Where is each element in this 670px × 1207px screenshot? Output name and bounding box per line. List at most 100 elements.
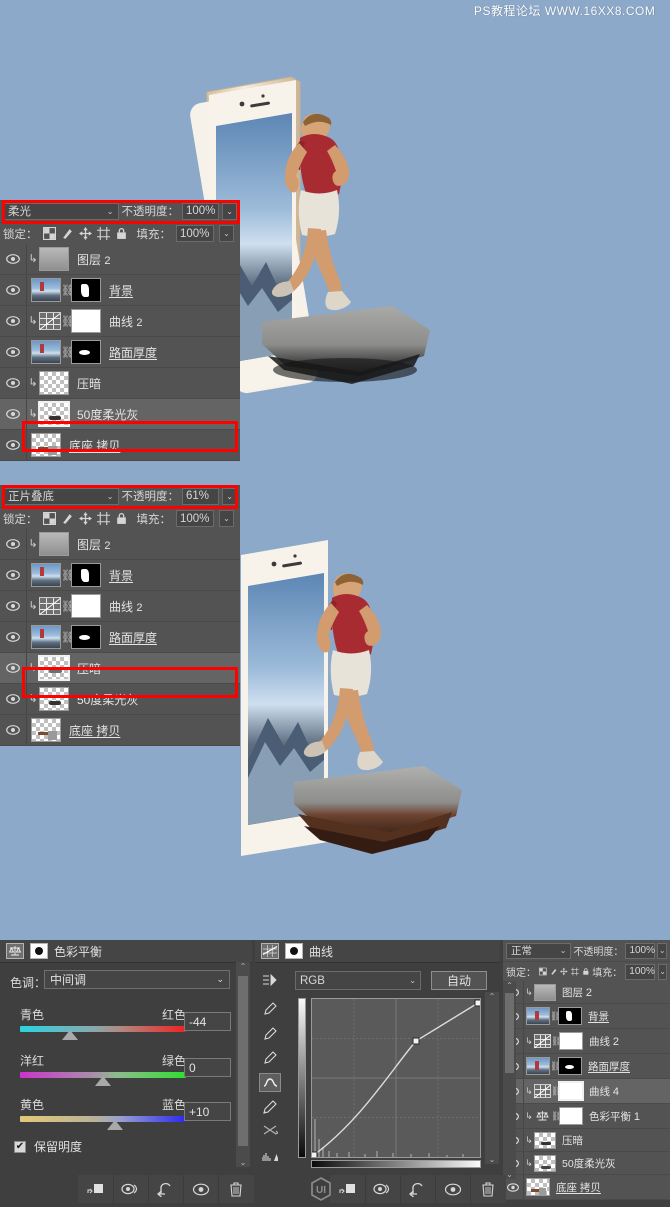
curves-scrollbar[interactable]: ⌃ ⌄ bbox=[485, 992, 499, 1164]
opacity-stepper-mid[interactable]: ⌄ bbox=[222, 487, 237, 505]
slider-track[interactable] bbox=[20, 1072, 186, 1086]
table-row[interactable]: ↳ ⛓ 曲线 2 bbox=[0, 591, 240, 622]
scroll-up-arrow-icon[interactable]: ⌃ bbox=[506, 981, 513, 990]
eyedropper-gray-icon[interactable] bbox=[259, 1024, 281, 1042]
lock-artboard-icon[interactable] bbox=[96, 227, 110, 240]
layer-thumbnail[interactable] bbox=[534, 1154, 556, 1172]
layer-mask-thumbnail[interactable] bbox=[71, 278, 101, 302]
layer-visibility-toggle[interactable] bbox=[0, 368, 27, 398]
table-row[interactable]: 底座 拷贝 bbox=[503, 1175, 670, 1200]
layer-visibility-toggle[interactable] bbox=[0, 337, 27, 367]
slider-handle[interactable] bbox=[95, 1076, 111, 1086]
lock-brush-icon[interactable] bbox=[550, 966, 558, 977]
scroll-up-arrow-icon[interactable]: ⌃ bbox=[489, 992, 496, 1001]
table-row[interactable]: 底座 拷贝 bbox=[0, 430, 240, 461]
scrollbar-thumb[interactable] bbox=[505, 993, 514, 1073]
link-icon[interactable]: ⛓ bbox=[551, 1086, 562, 1097]
layer-visibility-toggle[interactable] bbox=[0, 306, 27, 336]
layer-thumbnail[interactable] bbox=[31, 563, 61, 587]
slider-yellow-blue[interactable]: 黄色 蓝色 bbox=[20, 1096, 186, 1130]
lock-transparency-icon[interactable] bbox=[42, 227, 56, 240]
delete-layer-icon[interactable] bbox=[471, 1175, 505, 1203]
lock-move-icon[interactable] bbox=[560, 966, 568, 977]
opacity-stepper-right[interactable]: ⌄ bbox=[657, 942, 667, 959]
blend-mode-select-right[interactable]: 正常 ⌄ bbox=[506, 942, 572, 959]
table-row[interactable]: ↳ ⛓ 曲线 2 bbox=[503, 1029, 670, 1054]
layer-visibility-toggle[interactable] bbox=[0, 560, 27, 590]
table-row[interactable]: ↳ 压暗 bbox=[503, 1129, 670, 1152]
fill-input-right[interactable]: 100% bbox=[625, 963, 656, 980]
layer-mask-thumbnail[interactable] bbox=[71, 340, 101, 364]
link-icon[interactable]: ⛓ bbox=[61, 569, 75, 582]
link-layers-icon[interactable] bbox=[331, 1175, 366, 1203]
layer-mask-icon[interactable] bbox=[30, 943, 48, 959]
fill-input-top[interactable]: 100% bbox=[176, 225, 214, 242]
value-yellow-blue[interactable]: +10 bbox=[184, 1102, 231, 1121]
curves-adjustment-icon[interactable] bbox=[533, 1034, 552, 1049]
fill-stepper-mid[interactable]: ⌄ bbox=[219, 510, 234, 527]
layer-thumbnail[interactable] bbox=[38, 401, 70, 427]
link-layers-icon[interactable] bbox=[79, 1175, 114, 1203]
table-row[interactable]: ⛓ 背景 bbox=[503, 1004, 670, 1029]
layer-thumbnail[interactable] bbox=[39, 247, 69, 271]
layer-visibility-toggle[interactable] bbox=[0, 430, 27, 460]
lock-transparency-icon[interactable] bbox=[539, 966, 547, 977]
table-row[interactable]: ↳ ⛓ 曲线 2 bbox=[0, 306, 240, 337]
layer-visibility-toggle[interactable] bbox=[0, 529, 27, 559]
layer-thumbnail[interactable] bbox=[534, 983, 556, 1001]
lock-move-icon[interactable] bbox=[78, 512, 92, 525]
layer-thumbnail[interactable] bbox=[31, 718, 61, 742]
table-row[interactable]: ⛓ 路面厚度 bbox=[503, 1054, 670, 1079]
table-row[interactable]: ↳ 50度柔光灰 bbox=[503, 1152, 670, 1175]
color-balance-adjustment-icon[interactable] bbox=[534, 1109, 551, 1123]
link-icon[interactable]: ⛓ bbox=[61, 631, 75, 644]
link-icon[interactable]: ⛓ bbox=[61, 284, 75, 297]
lock-all-icon[interactable] bbox=[582, 966, 590, 977]
table-row-selected[interactable]: ↳ 50度柔光灰 bbox=[0, 399, 240, 430]
blend-mode-select-mid[interactable]: 正片叠底 ⌄ bbox=[3, 487, 119, 505]
layer-thumbnail[interactable] bbox=[38, 655, 70, 681]
layer-thumbnail[interactable] bbox=[526, 1007, 550, 1025]
table-row-selected[interactable]: ↳ 压暗 bbox=[0, 653, 240, 684]
eyedropper-black-icon[interactable] bbox=[259, 1000, 281, 1018]
layer-thumbnail[interactable] bbox=[534, 1131, 556, 1149]
preserve-luminosity-checkbox[interactable]: ✔ bbox=[14, 1140, 26, 1153]
layer-visibility-toggle[interactable] bbox=[0, 622, 27, 652]
layer-visibility-toggle[interactable] bbox=[0, 275, 27, 305]
new-adjustment-icon[interactable] bbox=[149, 1175, 184, 1203]
table-row[interactable]: ↳ ⛓ 色彩平衡 1 bbox=[503, 1104, 670, 1129]
layer-visibility-toggle[interactable] bbox=[0, 684, 27, 714]
eyedropper-white-icon[interactable] bbox=[259, 1049, 281, 1067]
layer-mask-thumbnail[interactable] bbox=[558, 1007, 582, 1025]
channel-select[interactable]: RGB ⌄ bbox=[295, 971, 421, 990]
opacity-input-top[interactable]: 100% bbox=[182, 202, 220, 220]
layer-thumbnail[interactable] bbox=[31, 340, 61, 364]
lock-transparency-icon[interactable] bbox=[42, 512, 56, 525]
layer-mask-thumbnail[interactable] bbox=[71, 594, 101, 618]
table-row[interactable]: ↳ 图层 2 bbox=[0, 244, 240, 275]
layer-thumbnail[interactable] bbox=[31, 433, 61, 457]
layer-mask-icon[interactable] bbox=[184, 1175, 219, 1203]
curves-adjustment-icon[interactable] bbox=[533, 1084, 552, 1099]
layer-thumbnail[interactable] bbox=[31, 278, 61, 302]
slider-magenta-green[interactable]: 洋红 绿色 bbox=[20, 1052, 186, 1086]
fill-stepper-right[interactable]: ⌄ bbox=[658, 963, 667, 980]
slider-cyan-red[interactable]: 青色 红色 bbox=[20, 1006, 186, 1040]
link-icon[interactable]: ⛓ bbox=[61, 346, 75, 359]
histogram-icon[interactable] bbox=[259, 1147, 281, 1165]
link-icon[interactable]: ⛓ bbox=[551, 1036, 562, 1047]
delete-layer-icon[interactable] bbox=[219, 1175, 253, 1203]
table-row[interactable]: ↳ 压暗 bbox=[0, 368, 240, 399]
table-row[interactable]: ↳ 50度柔光灰 bbox=[0, 684, 240, 715]
layer-mask-thumbnail[interactable] bbox=[71, 563, 101, 587]
table-row[interactable]: ↳ 图层 2 bbox=[503, 981, 670, 1004]
lock-brush-icon[interactable] bbox=[61, 512, 74, 525]
slider-track[interactable] bbox=[20, 1116, 186, 1130]
scrollbar-thumb[interactable] bbox=[238, 976, 248, 1146]
lock-brush-icon[interactable] bbox=[61, 227, 74, 240]
scroll-down-arrow-icon[interactable]: ⌄ bbox=[489, 1155, 496, 1164]
opacity-stepper-top[interactable]: ⌄ bbox=[222, 202, 237, 220]
layer-thumbnail[interactable] bbox=[39, 687, 69, 711]
layer-thumbnail[interactable] bbox=[31, 625, 61, 649]
pencil-tool-icon[interactable] bbox=[259, 1098, 281, 1116]
